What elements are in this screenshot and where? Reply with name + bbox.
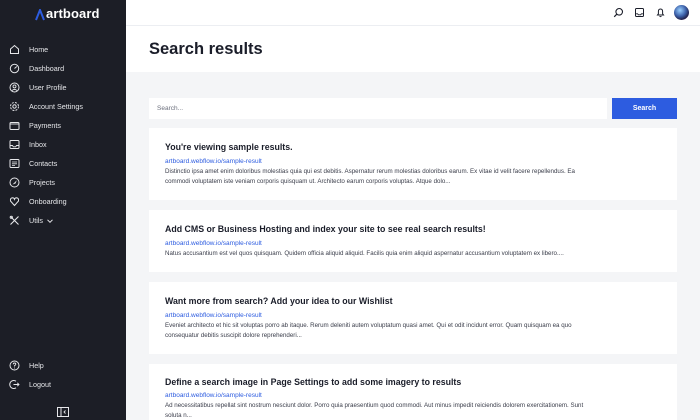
sidebar-item-label: Contacts [29, 159, 58, 168]
home-icon [9, 44, 20, 55]
sidebar-item-label: Projects [29, 178, 55, 187]
page-header: Search results [126, 26, 700, 72]
search-input[interactable] [149, 98, 607, 119]
user-icon [9, 82, 20, 93]
result-description-line: soluta n... [165, 411, 192, 419]
result-description-line: Eveniet architecto et hic sit voluptas p… [165, 322, 572, 329]
search-icon[interactable] [612, 6, 625, 19]
sidebar-item-projects[interactable]: Projects [0, 173, 126, 192]
result-url[interactable]: artboard.webflow.io/sample-result [165, 312, 262, 319]
sidebar-item-logout[interactable]: Logout [0, 375, 126, 394]
avatar[interactable] [674, 5, 689, 20]
sidebar-nav: Home Dashboard User Profile Account Sett… [0, 40, 126, 230]
result-description-line: consequatur debitis suscipit dolore repr… [165, 331, 302, 339]
result-card: Define a search image in Page Settings t… [149, 364, 677, 420]
onboarding-icon [9, 196, 20, 207]
sidebar-item-utils[interactable]: Utils [0, 211, 126, 230]
top-bar [126, 0, 700, 26]
sidebar-item-label: Dashboard [29, 64, 65, 73]
result-card: Add CMS or Business Hosting and index yo… [149, 210, 677, 272]
result-url[interactable]: artboard.webflow.io/sample-result [165, 392, 262, 399]
chevron-down-icon [46, 217, 54, 225]
wallet-icon [9, 120, 20, 131]
result-description-line: commodi voluptatem iste veniam corporis … [165, 177, 451, 185]
sidebar: artboard Home Dashboard User Profile Acc… [0, 0, 126, 420]
result-url[interactable]: artboard.webflow.io/sample-result [165, 158, 262, 165]
result-description-line: Natus accusantium est vel quos quisquam.… [165, 250, 564, 257]
sidebar-item-user-profile[interactable]: User Profile [0, 78, 126, 97]
sidebar-item-payments[interactable]: Payments [0, 116, 126, 135]
sidebar-item-label: Utils [29, 216, 43, 225]
sidebar-item-home[interactable]: Home [0, 40, 126, 59]
inbox-tray-icon[interactable] [633, 6, 646, 19]
sidebar-item-contacts[interactable]: Contacts [0, 154, 126, 173]
result-card: Want more from search? Add your idea to … [149, 282, 677, 354]
inbox-icon [9, 139, 20, 150]
brand-name: artboard [46, 6, 100, 21]
sidebar-item-label: User Profile [29, 83, 67, 92]
brand-logo[interactable]: artboard [35, 6, 100, 21]
gear-icon [9, 101, 20, 112]
sidebar-item-label: Logout [29, 380, 51, 389]
result-title[interactable]: Add CMS or Business Hosting and index yo… [165, 224, 486, 234]
sidebar-item-label: Home [29, 45, 49, 54]
result-title[interactable]: Want more from search? Add your idea to … [165, 296, 393, 306]
sidebar-item-account-settings[interactable]: Account Settings [0, 97, 126, 116]
tools-icon [9, 215, 20, 226]
sidebar-item-label: Account Settings [29, 102, 83, 111]
result-card: You're viewing sample results. artboard.… [149, 128, 677, 200]
result-title[interactable]: You're viewing sample results. [165, 142, 293, 152]
page-title: Search results [149, 40, 263, 58]
collapse-sidebar-icon[interactable] [57, 404, 69, 417]
sidebar-item-label: Payments [29, 121, 61, 130]
sidebar-bottom-nav: Help Logout [0, 356, 126, 394]
help-icon [9, 360, 20, 371]
bell-icon[interactable] [654, 6, 667, 19]
rocket-icon [9, 177, 20, 188]
result-title[interactable]: Define a search image in Page Settings t… [165, 377, 461, 387]
result-url[interactable]: artboard.webflow.io/sample-result [165, 240, 262, 247]
sidebar-item-help[interactable]: Help [0, 356, 126, 375]
dashboard-icon [9, 63, 20, 74]
contacts-icon [9, 158, 20, 169]
result-description-line: Distinctio ipsa amet enim doloribus mole… [165, 168, 575, 175]
result-description: Natus accusantium est vel quos quisquam.… [165, 249, 645, 259]
result-description-line: Ad necessitatibus repellat sint nostrum … [165, 402, 584, 409]
result-description: Eveniet architecto et hic sit voluptas p… [165, 321, 645, 340]
sidebar-item-label: Inbox [29, 140, 47, 149]
logo-mark-icon [35, 6, 45, 20]
logout-icon [9, 379, 20, 390]
search-button[interactable]: Search [612, 98, 677, 119]
sidebar-item-label: Help [29, 361, 44, 370]
sidebar-item-dashboard[interactable]: Dashboard [0, 59, 126, 78]
result-description: Ad necessitatibus repellat sint nostrum … [165, 401, 645, 420]
sidebar-item-inbox[interactable]: Inbox [0, 135, 126, 154]
sidebar-item-onboarding[interactable]: Onboarding [0, 192, 126, 211]
result-description: Distinctio ipsa amet enim doloribus mole… [165, 167, 645, 186]
sidebar-item-label: Onboarding [29, 197, 67, 206]
